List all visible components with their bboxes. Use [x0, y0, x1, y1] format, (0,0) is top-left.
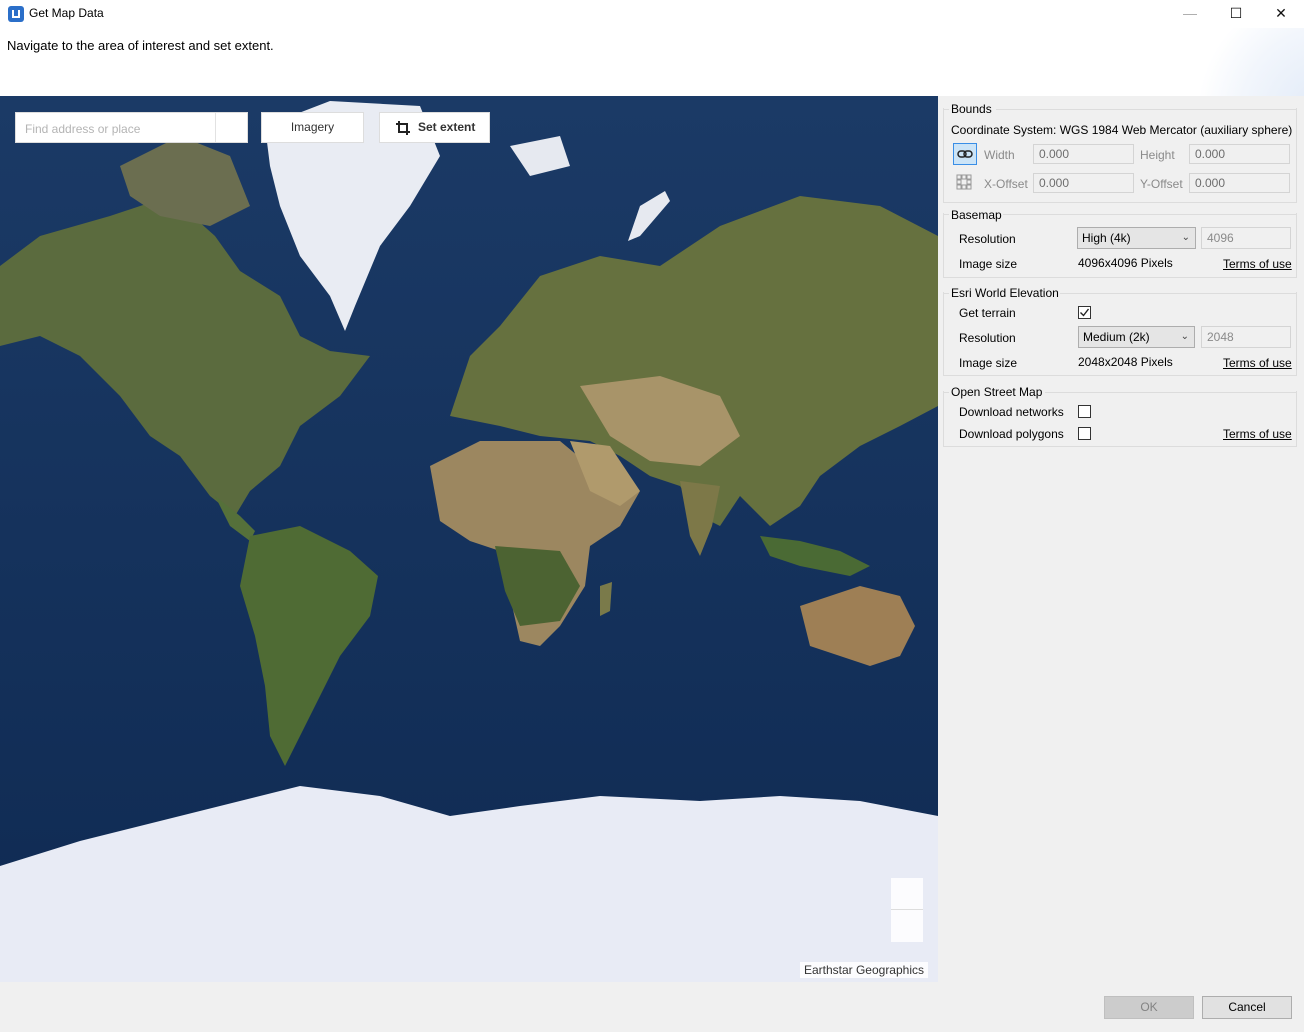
- dialog-header: Navigate to the area of interest and set…: [0, 28, 1304, 96]
- yoffset-label: Y-Offset: [1140, 177, 1183, 191]
- instruction-text: Navigate to the area of interest and set…: [7, 38, 274, 53]
- basemap-pixels-field: 4096: [1201, 227, 1291, 249]
- width-field[interactable]: 0.000: [1033, 144, 1134, 164]
- height-label: Height: [1140, 148, 1175, 162]
- maximize-button[interactable]: ☐: [1213, 0, 1259, 28]
- yoffset-field[interactable]: 0.000: [1189, 173, 1290, 193]
- header-decoration: [1184, 28, 1304, 96]
- checkmark-icon: [1080, 308, 1090, 317]
- crop-icon: [396, 121, 410, 135]
- get-terrain-label: Get terrain: [959, 306, 1016, 320]
- imagery-button[interactable]: Imagery: [261, 112, 364, 143]
- map-view[interactable]: Imagery Set extent Earthstar Geographics: [0, 96, 938, 982]
- ok-button[interactable]: OK: [1104, 996, 1194, 1019]
- width-label: Width: [984, 148, 1015, 162]
- bounds-group-line-right: [996, 109, 1297, 110]
- osm-terms-link[interactable]: Terms of use: [1223, 427, 1292, 441]
- search-separator: [215, 113, 216, 142]
- zoom-in-button[interactable]: [891, 878, 923, 910]
- bounds-group-line-left: [943, 109, 949, 110]
- basemap-resolution-select[interactable]: High (4k) ⌄: [1077, 227, 1196, 249]
- elevation-resolution-value: Medium (2k): [1083, 330, 1150, 344]
- elevation-terms-link[interactable]: Terms of use: [1223, 356, 1292, 370]
- download-polygons-checkbox[interactable]: [1078, 427, 1091, 440]
- window-title: Get Map Data: [29, 6, 104, 20]
- world-map-imagery: [0, 96, 938, 982]
- download-networks-label: Download networks: [959, 405, 1064, 419]
- grid-icon: [956, 174, 972, 190]
- offset-grid-button[interactable]: [953, 172, 977, 194]
- minimize-button[interactable]: —: [1167, 0, 1213, 28]
- close-button[interactable]: ✕: [1258, 0, 1304, 28]
- height-field[interactable]: 0.000: [1189, 144, 1290, 164]
- download-polygons-label: Download polygons: [959, 427, 1064, 441]
- elevation-group-line-right: [1060, 293, 1297, 294]
- basemap-image-size-label: Image size: [959, 257, 1018, 271]
- basemap-group-line-left: [943, 214, 949, 215]
- cancel-button[interactable]: Cancel: [1202, 996, 1292, 1019]
- coordinate-system-label: Coordinate System: WGS 1984 Web Mercator…: [951, 123, 1293, 137]
- elevation-resolution-select[interactable]: Medium (2k) ⌄: [1078, 326, 1195, 348]
- xoffset-label: X-Offset: [984, 177, 1028, 191]
- elevation-image-size-label: Image size: [959, 356, 1018, 370]
- zoom-controls: [891, 878, 923, 942]
- search-input[interactable]: [16, 113, 227, 144]
- get-terrain-checkbox[interactable]: [1078, 306, 1091, 319]
- osm-title: Open Street Map: [951, 385, 1043, 399]
- set-extent-label: Set extent: [418, 120, 476, 134]
- chevron-down-icon: ⌄: [1181, 232, 1190, 243]
- elevation-pixels-field: 2048: [1201, 326, 1291, 348]
- basemap-group-line-right: [1003, 214, 1297, 215]
- basemap-image-size-value: 4096x4096 Pixels: [1078, 256, 1173, 270]
- elevation-title: Esri World Elevation: [951, 286, 1059, 300]
- basemap-terms-link[interactable]: Terms of use: [1223, 257, 1292, 271]
- link-aspect-toggle[interactable]: [953, 143, 977, 165]
- osm-group-line-left: [943, 392, 949, 393]
- elevation-image-size-value: 2048x2048 Pixels: [1078, 355, 1173, 369]
- app-icon: [8, 6, 24, 22]
- basemap-resolution-label: Resolution: [959, 232, 1016, 246]
- elevation-resolution-label: Resolution: [959, 331, 1016, 345]
- bounds-title: Bounds: [951, 102, 992, 116]
- chevron-down-icon: ⌄: [1180, 331, 1189, 342]
- osm-group-line-right: [1045, 392, 1297, 393]
- link-icon: [957, 150, 973, 158]
- elevation-group-line-left: [943, 293, 949, 294]
- basemap-resolution-value: High (4k): [1082, 231, 1131, 245]
- xoffset-field[interactable]: 0.000: [1033, 173, 1134, 193]
- download-networks-checkbox[interactable]: [1078, 405, 1091, 418]
- map-attribution: Earthstar Geographics: [799, 962, 928, 978]
- search-box[interactable]: [15, 112, 248, 144]
- set-extent-button[interactable]: Set extent: [379, 112, 490, 143]
- title-bar: Get Map Data — ☐ ✕: [0, 0, 1304, 28]
- basemap-title: Basemap: [951, 208, 1002, 222]
- zoom-out-button[interactable]: [891, 910, 923, 941]
